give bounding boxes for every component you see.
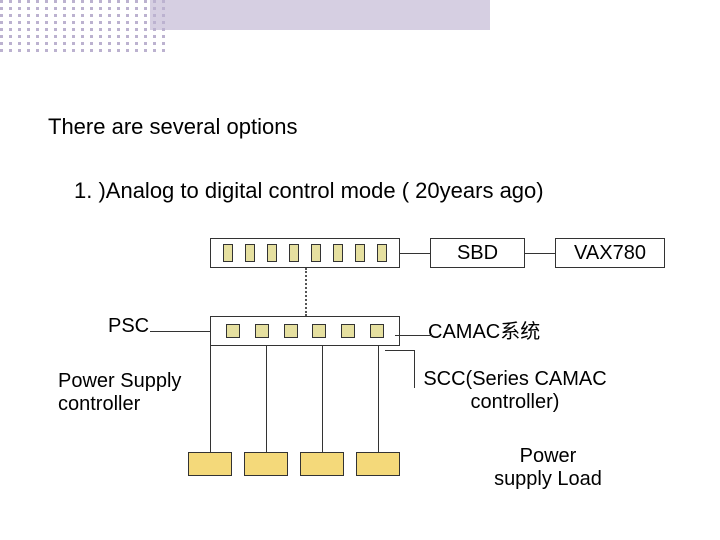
rack-slot <box>311 244 321 262</box>
scc-label: SCC(Series CAMAC controller) <box>400 368 630 414</box>
dotted-connector <box>305 268 307 316</box>
power-supply-controller-label: Power Supply controller <box>58 370 218 416</box>
rack-slot <box>355 244 365 262</box>
rack-slot <box>223 244 233 262</box>
rack-slot <box>289 244 299 262</box>
vax-box: VAX780 <box>555 238 665 268</box>
sbd-box: SBD <box>430 238 525 268</box>
rack-slot <box>370 324 384 338</box>
power-supply-box <box>244 452 288 476</box>
power-supply-box <box>356 452 400 476</box>
upper-rack <box>210 238 400 268</box>
connector-line <box>210 346 211 452</box>
rack-slot <box>267 244 277 262</box>
connector-line <box>378 346 379 452</box>
rack-slot <box>377 244 387 262</box>
power-supply-box <box>300 452 344 476</box>
connector-line <box>322 346 323 452</box>
rack-slot <box>333 244 343 262</box>
page-title: There are several options <box>48 114 297 140</box>
psc-label: PSC <box>108 315 149 338</box>
connector-line <box>400 253 430 254</box>
connector-line <box>395 335 433 336</box>
connector-line <box>266 346 267 452</box>
rack-slot <box>245 244 255 262</box>
rack-slot <box>255 324 269 338</box>
diagram-stage: SBD VAX780 PSC Power Supply controller C… <box>0 220 720 540</box>
connector-line <box>525 253 555 254</box>
rack-slot <box>312 324 326 338</box>
decorative-band <box>150 0 490 30</box>
connector-line <box>150 331 210 332</box>
rack-slot <box>226 324 240 338</box>
camac-system-label: CAMAC系统 <box>428 315 540 344</box>
power-supply-box <box>188 452 232 476</box>
decorative-dot-grid <box>0 0 180 72</box>
page-subtitle: 1. )Analog to digital control mode ( 20y… <box>74 178 544 204</box>
rack-slot <box>341 324 355 338</box>
lower-rack <box>210 316 400 346</box>
power-supply-load-label: Power supply Load <box>488 445 608 491</box>
rack-slot <box>284 324 298 338</box>
